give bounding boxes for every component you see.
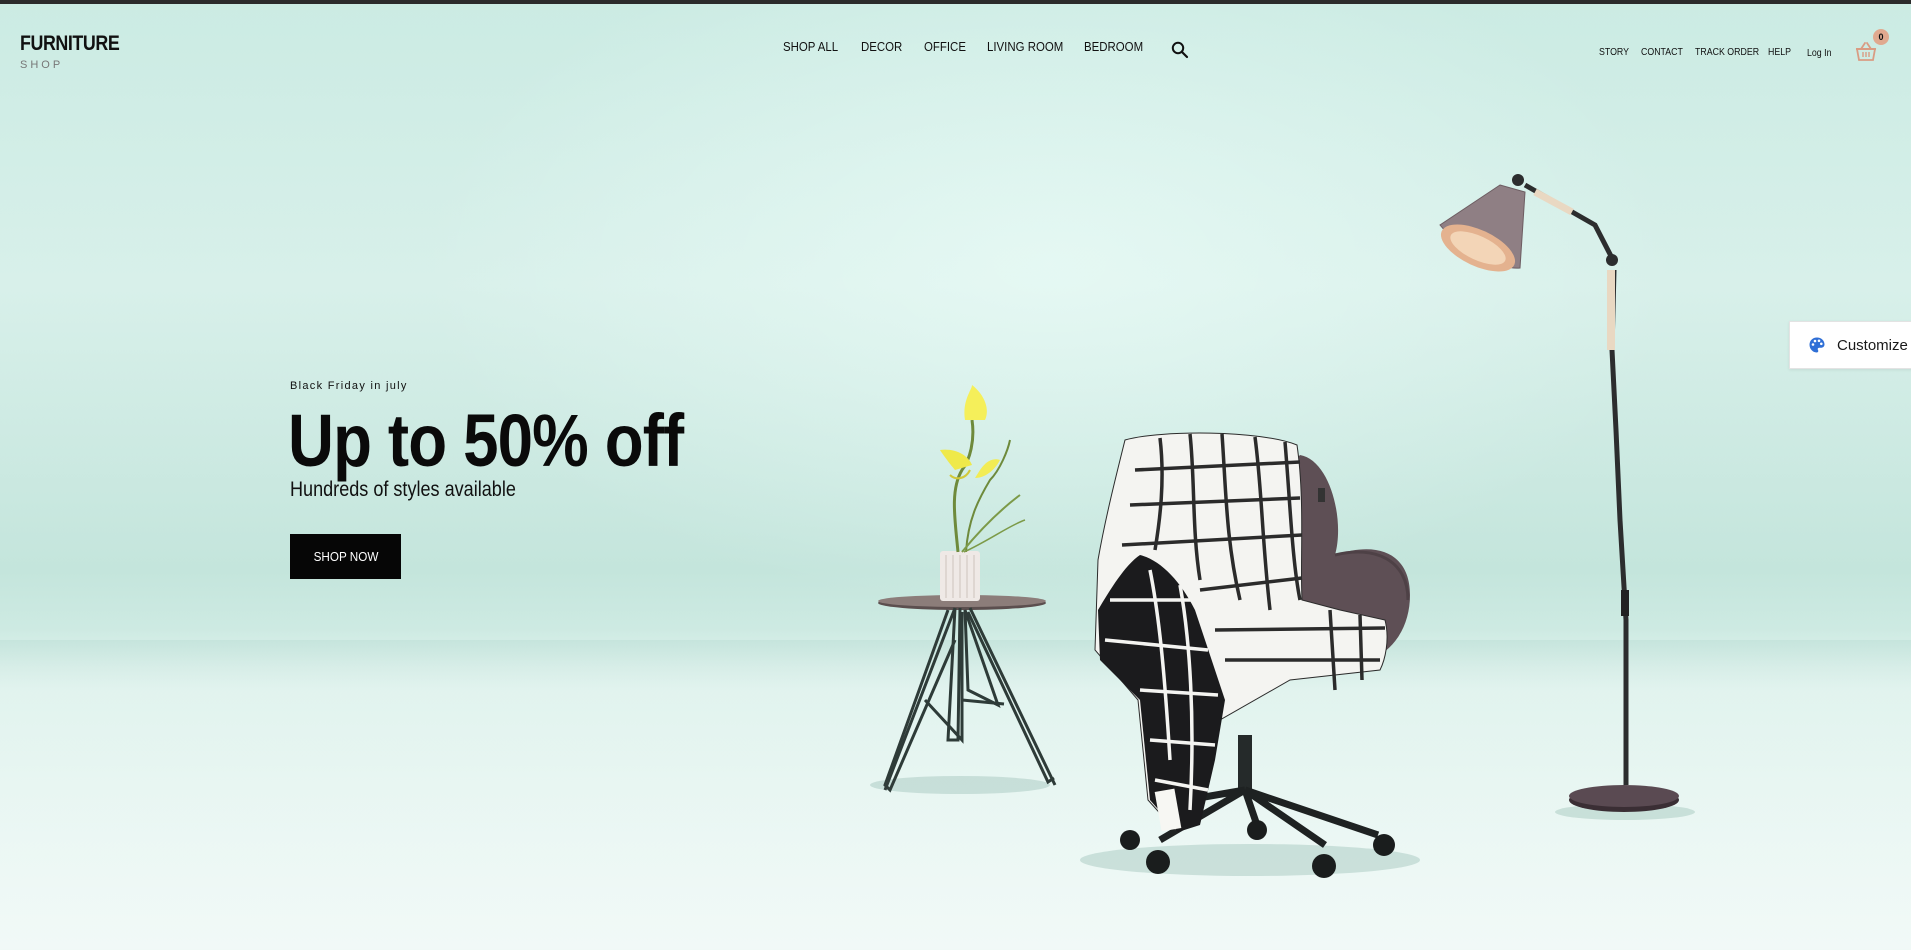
hero-scene-image [870, 174, 1695, 878]
customize-button[interactable]: Customize [1789, 321, 1911, 369]
basket-icon[interactable] [1853, 40, 1879, 64]
floor-lamp [1439, 174, 1679, 812]
logo-subtitle: SHOP [20, 59, 64, 71]
login-link[interactable]: Log In [1807, 48, 1831, 59]
customize-label: Customize [1837, 336, 1908, 354]
logo-title: FURNITURE [20, 32, 120, 55]
nav-shop-all[interactable]: SHOP ALL [783, 39, 838, 54]
hero-title: Up to 50% off [288, 399, 684, 482]
shop-now-label: SHOP NOW [313, 549, 378, 564]
cart-count-badge: 0 [1873, 29, 1889, 45]
nav-story[interactable]: STORY [1599, 47, 1629, 58]
nav-bedroom[interactable]: BEDROOM [1084, 39, 1143, 54]
potted-flower [940, 385, 1026, 601]
shop-now-button[interactable]: SHOP NOW [290, 534, 401, 579]
site-logo[interactable]: FURNITURE SHOP [20, 32, 137, 71]
nav-living-room[interactable]: LIVING ROOM [987, 39, 1063, 54]
nav-help[interactable]: HELP [1768, 47, 1791, 58]
nav-decor[interactable]: DECOR [861, 39, 902, 54]
search-icon[interactable] [1170, 40, 1190, 60]
nav-track-order[interactable]: TRACK ORDER [1695, 47, 1759, 58]
office-chair [1094, 432, 1410, 878]
nav-contact[interactable]: CONTACT [1641, 47, 1683, 58]
nav-office[interactable]: OFFICE [924, 39, 966, 54]
hero-subtitle: Hundreds of styles available [290, 478, 516, 501]
side-table [878, 595, 1057, 793]
hero-eyebrow: Black Friday in july [290, 380, 408, 392]
palette-icon [1808, 336, 1826, 354]
